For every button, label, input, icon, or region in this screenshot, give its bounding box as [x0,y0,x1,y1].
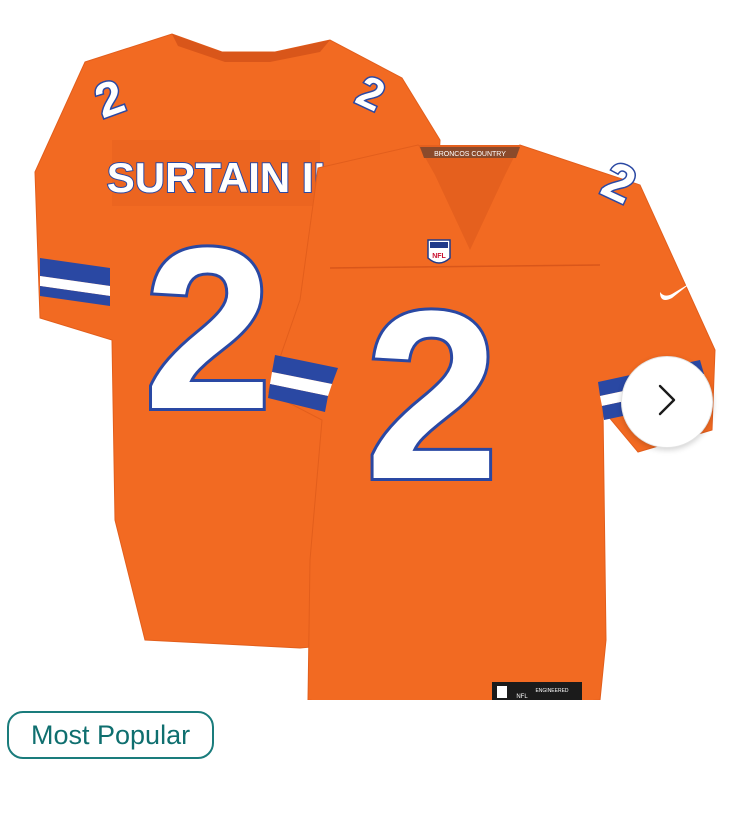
product-image: SURTAIN II 2 2 2 BRONCOS COUNTRY NFL 2 2… [0,0,736,700]
chevron-right-icon [652,380,682,425]
hem-tag-text: ENGINEERED [535,688,568,694]
carousel-next-button[interactable] [621,356,713,448]
collar-tag: BRONCOS COUNTRY [434,151,506,158]
jersey-number-front: 2 [365,261,498,529]
player-name: SURTAIN II [107,154,326,201]
hem-jock-tag: NFL ENGINEERED [492,682,582,700]
nfl-shield-text: NFL [432,253,446,260]
hem-tag-nfl: NFL [516,694,528,700]
nfl-shield-icon: NFL [427,239,451,264]
jersey-number-back: 2 [144,200,272,457]
most-popular-badge: Most Popular [7,711,215,759]
